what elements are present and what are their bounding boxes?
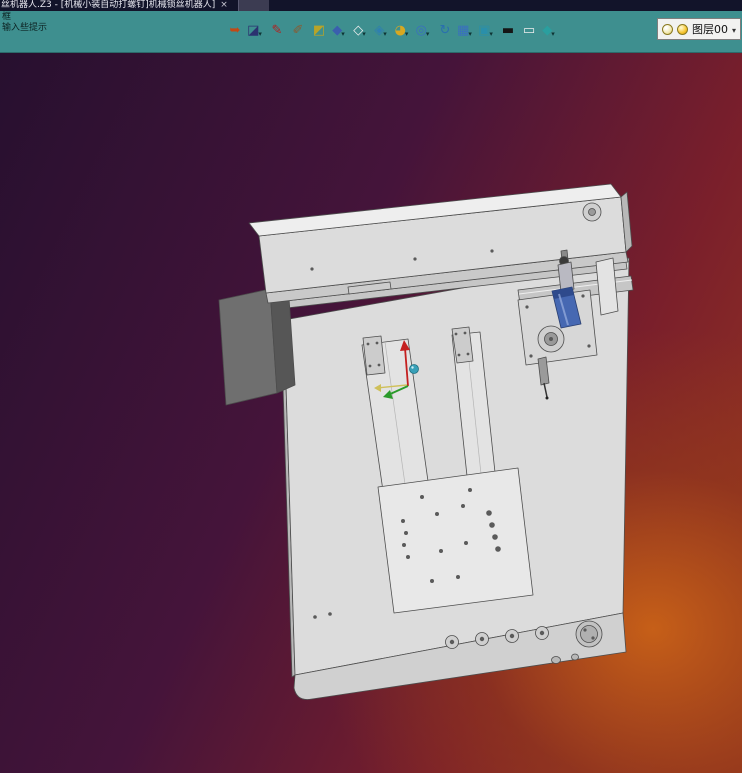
refresh-icon[interactable]: ↻ ▾ — [435, 20, 455, 41]
chevron-down-icon: ▾ — [341, 29, 345, 38]
bulb-on-icon[interactable] — [661, 23, 673, 35]
layer-selector[interactable]: 图层00 ▾ — [656, 18, 741, 40]
chevron-down-icon: ▾ — [362, 29, 366, 38]
brush-icon[interactable]: ✐ ▾ — [288, 20, 308, 41]
layer-label: 图层00 — [691, 23, 728, 36]
toolbar-icons: ➥ ▾ ◪ ▾ ✎ ▾ ✐ ▾ ◩ ▾ ◆ — [225, 20, 561, 41]
prompt-line-1: 框 — [2, 12, 12, 22]
chevron-down-icon: ▾ — [258, 29, 262, 38]
prompt-line-2: 输入些提示 — [2, 23, 48, 33]
cube-teal-icon[interactable]: ◈ ▾ — [372, 20, 392, 41]
grid-plane-icon[interactable]: ▦ ▾ — [456, 20, 476, 41]
3d-viewport[interactable] — [0, 53, 742, 773]
sphere-yellow-icon[interactable]: ◕ ▾ — [393, 20, 413, 41]
black-rect-icon[interactable]: ▬ ▾ — [498, 20, 518, 41]
3d-model-canvas[interactable] — [0, 53, 742, 773]
export-icon[interactable]: ◪ ▾ — [246, 20, 266, 41]
cube-blue-icon[interactable]: ◆ ▾ — [330, 20, 350, 41]
cube-yellow-icon[interactable]: ◩ ▾ — [309, 20, 329, 41]
pencil-icon[interactable]: ✎ ▾ — [267, 20, 287, 41]
display-icon[interactable]: ▣ ▾ — [477, 20, 497, 41]
prompt-area: 框 输入些提示 — [2, 12, 47, 34]
zoom-icon[interactable]: ◎ ▾ — [414, 20, 434, 41]
close-icon[interactable]: × — [220, 0, 228, 11]
exit-icon[interactable]: ➥ ▾ — [225, 20, 245, 41]
bulb-off-icon[interactable] — [676, 23, 688, 35]
chevron-down-icon: ▾ — [489, 29, 493, 38]
chevron-down-icon: ▾ — [425, 29, 430, 38]
tab-stub[interactable] — [237, 0, 269, 11]
window-title: 丝机器人.Z3 - [机械小装自动打螺钉]机械锁丝机器人] — [1, 0, 216, 10]
toolbar: 框 输入些提示 ➥ ▾ ◪ ▾ ✎ ▾ ✐ ▾ ◩ — [0, 11, 742, 53]
white-rect-icon[interactable]: ▭ ▾ — [519, 20, 539, 41]
titlebar: 丝机器人.Z3 - [机械小装自动打螺钉]机械锁丝机器人] × — [0, 0, 742, 11]
chevron-down-icon: ▾ — [404, 29, 409, 38]
chevron-down-icon: ▾ — [468, 29, 472, 38]
machine-work-plate[interactable] — [377, 467, 534, 614]
cube-white-icon[interactable]: ◇ ▾ — [351, 20, 371, 41]
chevron-down-icon[interactable]: ▾ — [732, 26, 736, 35]
chevron-down-icon: ▾ — [383, 29, 387, 38]
chevron-down-icon: ▾ — [551, 29, 555, 38]
cube-cyan-icon[interactable]: ◆ ▾ — [540, 20, 560, 41]
